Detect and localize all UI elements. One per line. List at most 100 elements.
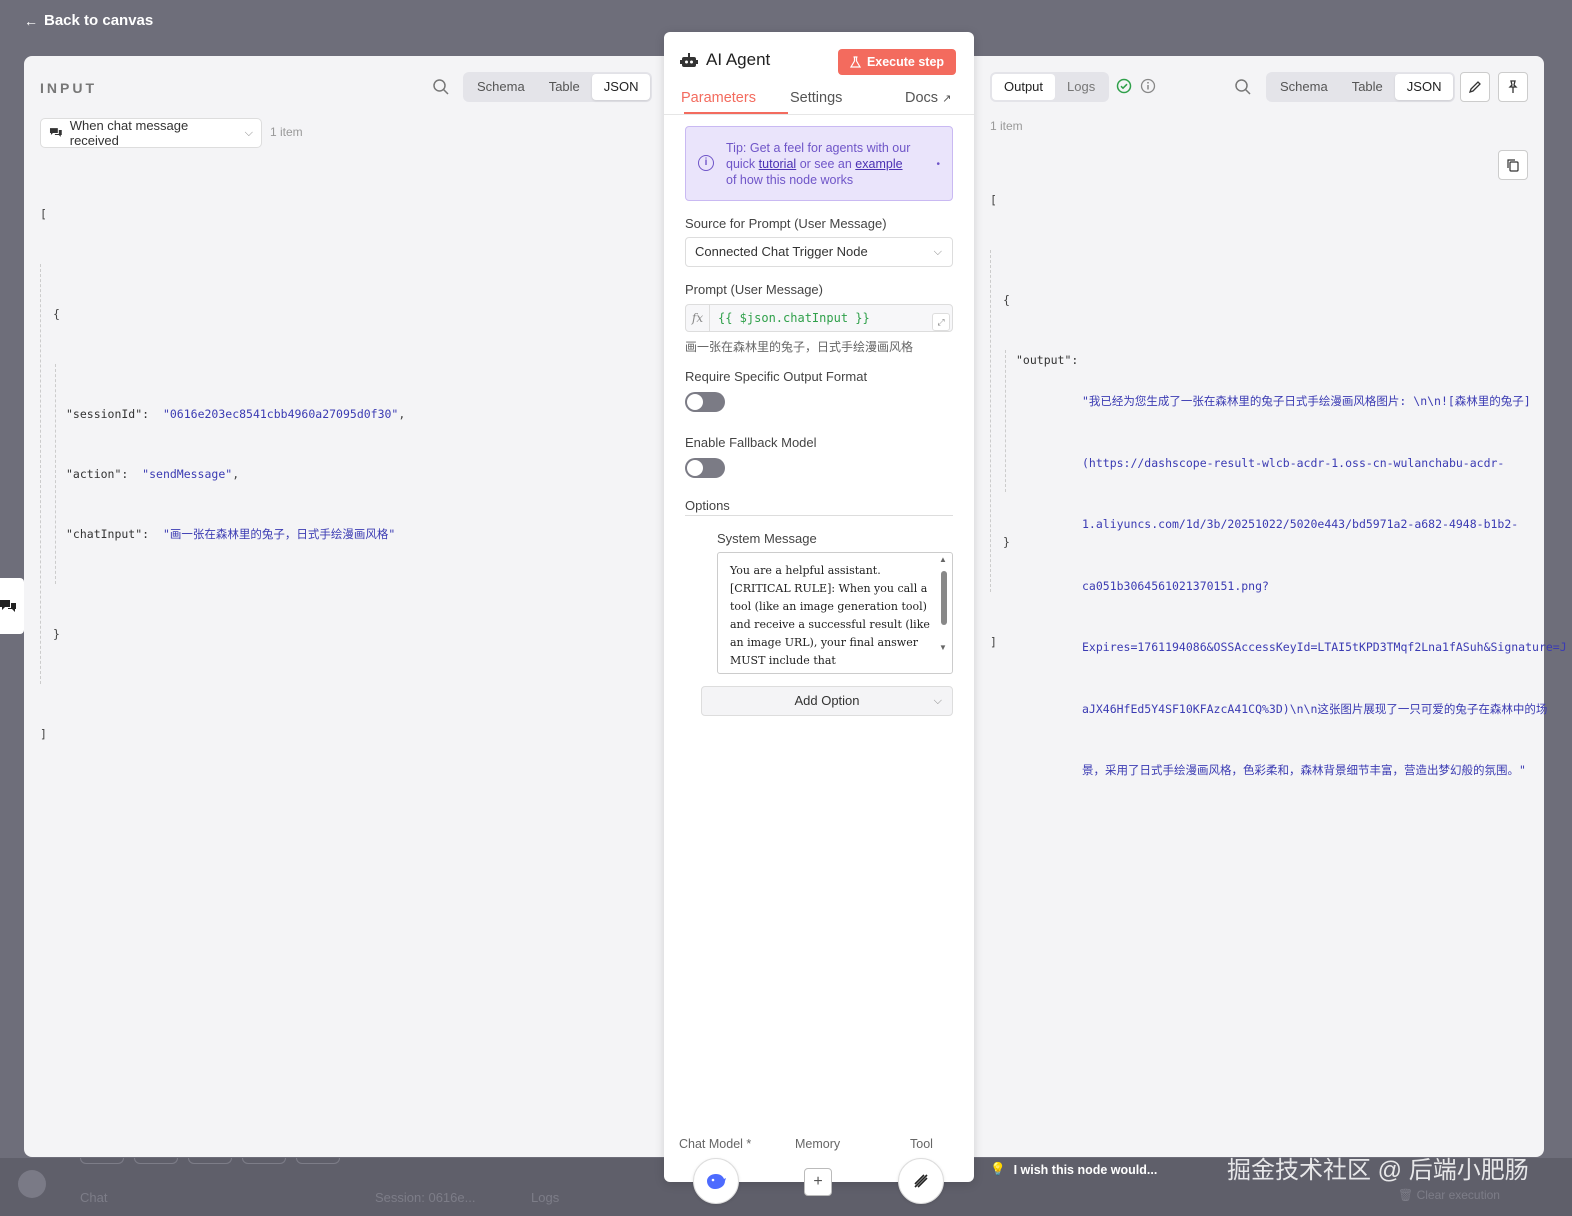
pin-output-button[interactable] bbox=[1498, 72, 1528, 102]
watermark: 掘金技术社区 @ 后端小肥肠 bbox=[1227, 1157, 1529, 1184]
input-view-json[interactable]: JSON bbox=[591, 74, 651, 100]
json-row: "action": "sendMessage", bbox=[66, 464, 405, 484]
json-key: "chatInput": bbox=[66, 527, 150, 541]
json-value-line: "我已经为您生成了一张在森林里的兔子日式手绘漫画风格图片: \n\n![森林里的… bbox=[1082, 394, 1531, 408]
back-to-canvas-link[interactable]: ← Back to canvas bbox=[24, 12, 153, 29]
info-icon[interactable] bbox=[1140, 78, 1156, 94]
tab-settings[interactable]: Settings bbox=[790, 90, 842, 106]
textarea-scrollbar[interactable]: ▲ ▼ bbox=[938, 555, 950, 665]
expand-expression-icon[interactable]: ⤢ bbox=[932, 313, 950, 331]
search-icon[interactable] bbox=[432, 78, 450, 96]
canvas-stub bbox=[296, 1158, 340, 1164]
node-title[interactable]: AI Agent bbox=[706, 50, 770, 70]
json-value-line: (https://dashscope-result-wlcb-acdr-1.os… bbox=[1082, 455, 1505, 470]
example-link[interactable]: example bbox=[855, 157, 902, 171]
tip-line-2: quick tutorial or see an example bbox=[726, 156, 940, 172]
json-row: "chatInput": "画一张在森林里的兔子，日式手绘漫画风格" bbox=[66, 524, 405, 544]
json-brace: { bbox=[1003, 293, 1010, 307]
json-comma: , bbox=[232, 467, 240, 481]
system-message-text: You are a helpful assistant. [CRITICAL R… bbox=[730, 564, 930, 667]
chat-toggle-tab[interactable] bbox=[0, 578, 24, 634]
output-view-table[interactable]: Table bbox=[1340, 74, 1395, 100]
system-message-textarea[interactable]: You are a helpful assistant. [CRITICAL R… bbox=[717, 552, 953, 674]
add-option-button[interactable]: Add Option ⌵ bbox=[701, 686, 953, 716]
input-view-switcher: Schema Table JSON bbox=[463, 72, 653, 102]
add-memory-button[interactable]: + bbox=[804, 1168, 832, 1196]
session-label: Session: 0616e... bbox=[375, 1190, 476, 1205]
fallback-model-toggle[interactable] bbox=[685, 458, 725, 478]
input-item-count: 1 item bbox=[270, 125, 303, 139]
prompt-expression-field[interactable]: fx {{ $json.chatInput }} ⤢ bbox=[685, 304, 953, 332]
whale-model-icon bbox=[707, 1174, 726, 1189]
json-value: "画一张在森林里的兔子，日式手绘漫画风格" bbox=[162, 527, 396, 541]
input-view-table[interactable]: Table bbox=[537, 74, 592, 100]
source-prompt-select[interactable]: Connected Chat Trigger Node ⌵ bbox=[685, 237, 953, 267]
tip-text: quick bbox=[726, 157, 756, 171]
require-output-format-toggle[interactable] bbox=[685, 392, 725, 412]
output-json-viewer: [ { "output": "我已经为您生成了一张在森林里的兔子日式手绘漫画风格… bbox=[990, 150, 1567, 777]
tip-callout: i Tip: Get a feel for agents with our qu… bbox=[685, 126, 953, 201]
output-view-schema[interactable]: Schema bbox=[1268, 74, 1340, 100]
robot-icon bbox=[680, 53, 698, 67]
canvas-stub bbox=[242, 1158, 286, 1164]
search-icon[interactable] bbox=[1234, 78, 1252, 96]
chat-bubbles-icon bbox=[49, 128, 62, 137]
feedback-link[interactable]: 💡 I wish this node would... bbox=[990, 1162, 1157, 1177]
logs-footer-label[interactable]: Logs bbox=[531, 1190, 559, 1205]
json-object-body: "output": "我已经为您生成了一张在森林里的兔子日式手绘漫画风格图片: … bbox=[1005, 350, 1567, 777]
json-value: "0616e203ec8541cbb4960a27095d0f30" bbox=[162, 407, 399, 421]
json-value-line: Expires=1761194086&OSSAccessKeyId=LTAI5t… bbox=[1082, 640, 1567, 654]
execute-step-label: Execute step bbox=[866, 55, 945, 69]
tabs-divider bbox=[664, 114, 974, 115]
edit-output-button[interactable] bbox=[1460, 72, 1490, 102]
chat-footer-label[interactable]: Chat bbox=[80, 1190, 107, 1205]
input-node-label: When chat message received bbox=[69, 118, 189, 148]
canvas-stub bbox=[188, 1158, 232, 1164]
json-brace: } bbox=[53, 627, 60, 641]
input-view-schema[interactable]: Schema bbox=[465, 74, 537, 100]
scroll-down-icon[interactable]: ▼ bbox=[939, 643, 947, 652]
chevron-down-icon: ⌵ bbox=[933, 246, 942, 258]
tutorial-link[interactable]: tutorial bbox=[759, 157, 797, 171]
arrow-left-icon: ← bbox=[24, 12, 38, 29]
system-message-label: System Message bbox=[717, 531, 817, 546]
chat-model-connector-label: Chat Model * bbox=[679, 1137, 752, 1151]
scroll-up-icon[interactable]: ▲ bbox=[939, 555, 947, 564]
node-parameters-panel: AI Agent Execute step Parameters Setting… bbox=[664, 32, 974, 1204]
input-title: INPUT bbox=[40, 80, 97, 96]
json-bracket: [ bbox=[40, 207, 47, 221]
options-label: Options bbox=[685, 498, 730, 513]
chat-model-node[interactable] bbox=[693, 1158, 739, 1204]
tool-node[interactable] bbox=[898, 1158, 944, 1204]
feedback-label: I wish this node would... bbox=[1013, 1162, 1158, 1177]
dismiss-dot-icon[interactable]: • bbox=[936, 157, 940, 173]
json-key: "sessionId": bbox=[66, 407, 150, 421]
json-bracket: ] bbox=[40, 727, 47, 741]
execute-step-button[interactable]: Execute step bbox=[838, 49, 956, 75]
tab-docs[interactable]: Docs ↗ bbox=[905, 90, 951, 106]
tip-text: or see an bbox=[799, 157, 852, 171]
canvas-stub bbox=[80, 1158, 124, 1164]
node-header: AI Agent bbox=[680, 50, 770, 70]
back-to-canvas-label: Back to canvas bbox=[44, 12, 154, 29]
tab-logs[interactable]: Logs bbox=[1055, 74, 1107, 100]
chevron-down-icon: ⌵ bbox=[933, 695, 942, 707]
json-array-body: { "sessionId": "0616e203ec8541cbb4960a27… bbox=[40, 264, 405, 684]
avatar bbox=[18, 1170, 46, 1198]
json-brace: { bbox=[53, 307, 60, 321]
json-comma: , bbox=[398, 407, 406, 421]
scroll-thumb[interactable] bbox=[941, 571, 947, 625]
external-link-icon: ↗ bbox=[942, 93, 952, 105]
tab-output[interactable]: Output bbox=[992, 74, 1056, 100]
json-value: "我已经为您生成了一张在森林里的兔子日式手绘漫画风格图片: \n\n![森林里的… bbox=[1082, 350, 1567, 822]
tab-parameters[interactable]: Parameters bbox=[681, 90, 756, 106]
canvas-stub bbox=[134, 1158, 178, 1164]
clear-execution-button[interactable]: 🗑 Clear execution bbox=[1398, 1188, 1500, 1202]
output-view-json[interactable]: JSON bbox=[1394, 74, 1454, 100]
add-option-label: Add Option bbox=[794, 693, 860, 708]
json-row: "sessionId": "0616e203ec8541cbb4960a2709… bbox=[66, 404, 405, 424]
toggle-knob bbox=[687, 394, 703, 410]
json-array-body: { "output": "我已经为您生成了一张在森林里的兔子日式手绘漫画风格图片… bbox=[990, 250, 1567, 777]
options-divider bbox=[685, 515, 953, 516]
input-node-select[interactable]: When chat message received ⌵ bbox=[40, 118, 262, 148]
